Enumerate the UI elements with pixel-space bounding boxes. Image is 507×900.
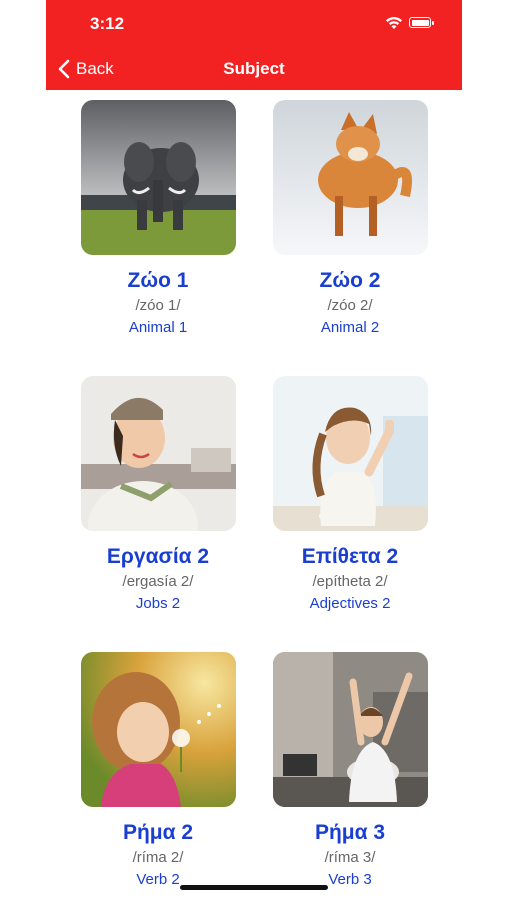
item-pronunciation: /zóo 2/ — [327, 297, 373, 314]
status-time: 3:12 — [90, 14, 125, 33]
subject-card-adjectives-2[interactable]: Επίθετα 2 /epítheta 2/ Adjectives 2 — [260, 376, 440, 613]
girl-blowing-dandelion-photo — [80, 652, 236, 807]
flight-attendant-photo — [80, 376, 236, 531]
item-title: Ρήμα 2 — [122, 821, 194, 844]
item-pronunciation: /zóo 1/ — [135, 297, 181, 314]
subject-card-jobs-2[interactable]: Εργασία 2 /ergasía 2/ Jobs 2 — [68, 376, 248, 613]
fox-photo — [272, 100, 428, 255]
item-title: Εργασία 2 — [106, 545, 210, 568]
subject-card-verb-3[interactable]: Ρήμα 3 /ríma 3/ Verb 3 — [260, 652, 440, 889]
page-title: Subject — [223, 59, 285, 78]
item-title: Ζώο 2 — [319, 269, 381, 292]
item-pronunciation: /ríma 3/ — [324, 849, 376, 866]
elephant-photo — [80, 100, 236, 255]
home-indicator — [180, 885, 328, 890]
item-title: Ρήμα 3 — [314, 821, 386, 844]
item-title: Επίθετα 2 — [301, 545, 399, 568]
girl-thumbs-up-photo — [272, 376, 428, 531]
item-translation: Adjectives 2 — [309, 595, 391, 612]
status-icons — [385, 14, 445, 32]
wifi-icon — [386, 17, 402, 29]
subject-card-animal-1[interactable]: Ζώο 1 /zóo 1/ Animal 1 — [68, 100, 248, 337]
item-pronunciation: /ríma 2/ — [132, 849, 184, 866]
item-pronunciation: /epítheta 2/ — [312, 573, 388, 590]
item-translation: Animal 1 — [128, 319, 188, 336]
subject-card-animal-2[interactable]: Ζώο 2 /zóo 2/ Animal 2 — [260, 100, 440, 337]
battery-icon — [409, 17, 434, 28]
item-translation: Jobs 2 — [135, 595, 181, 612]
item-translation: Animal 2 — [320, 319, 380, 336]
woman-stretching-photo — [272, 652, 428, 807]
subject-card-verb-2[interactable]: Ρήμα 2 /ríma 2/ Verb 2 — [68, 652, 248, 889]
item-title: Ζώο 1 — [127, 269, 189, 292]
item-pronunciation: /ergasía 2/ — [122, 573, 194, 590]
